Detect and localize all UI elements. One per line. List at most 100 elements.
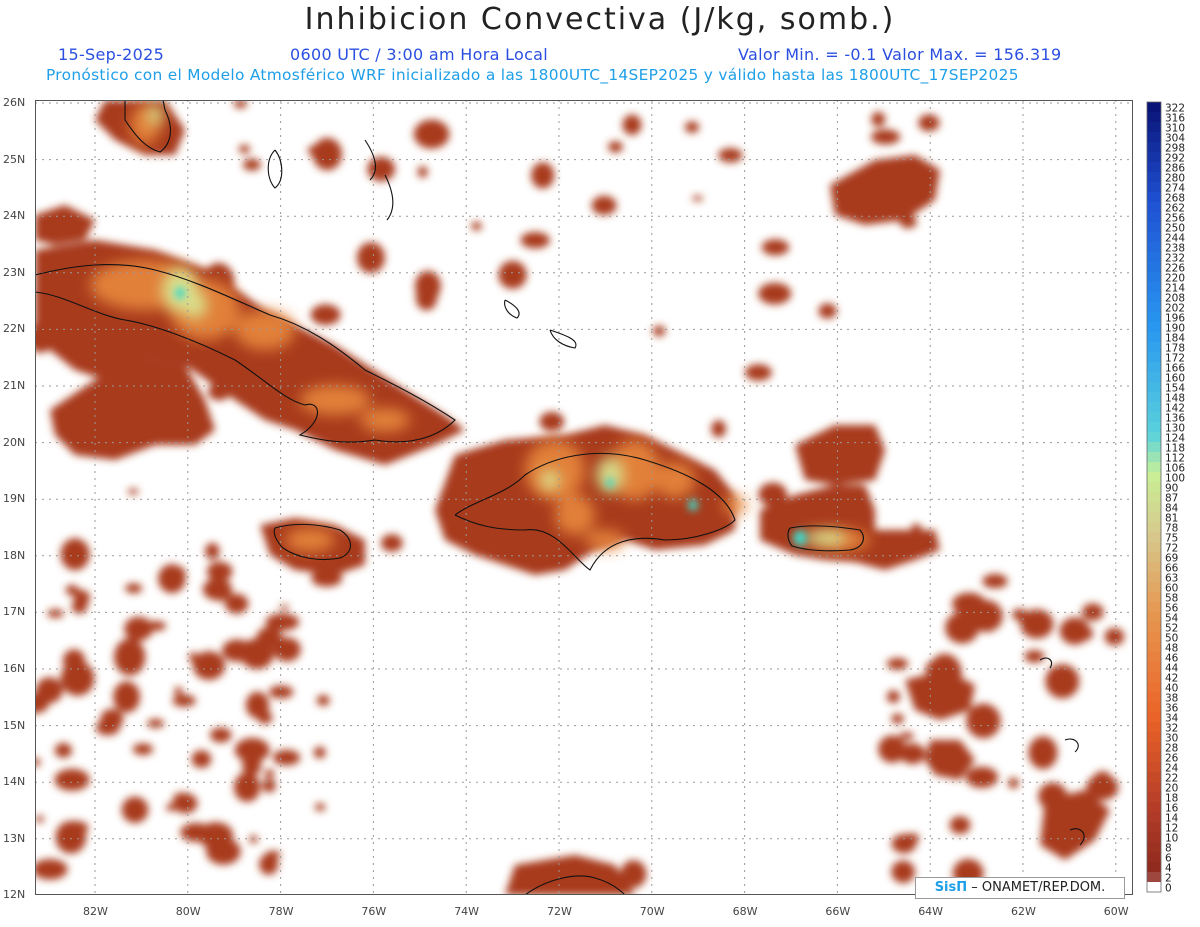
colorbar-swatch [1147, 632, 1161, 643]
cin-cell [531, 162, 555, 189]
colorbar-swatch [1147, 772, 1161, 783]
cin-cell [272, 749, 301, 766]
lon-label: 78W [268, 905, 294, 918]
cin-cell [113, 681, 140, 713]
lat-label: 14N [3, 775, 26, 789]
colorbar-swatch [1147, 542, 1161, 553]
colorbar-swatch [1147, 492, 1161, 503]
cin-cell [1008, 777, 1019, 789]
cin-cell [1086, 774, 1119, 801]
forecast-time: 0600 UTC / 3:00 am Hora Local [290, 45, 549, 64]
cin-cell [522, 538, 538, 549]
cin-cell [310, 304, 341, 326]
cin-cell [54, 768, 90, 791]
colorbar-swatch [1147, 472, 1161, 483]
colorbar-swatch [1147, 302, 1161, 313]
colorbar-swatch [1147, 722, 1161, 733]
colorbar-swatch [1147, 792, 1161, 803]
lat-label: 22N [3, 322, 26, 336]
cin-mid-cell [285, 528, 335, 552]
forecast-date: 15-Sep-2025 [58, 45, 165, 64]
lon-label: 68W [732, 905, 758, 918]
cin-cell [415, 285, 438, 311]
colorbar-swatch [1147, 672, 1161, 683]
cin-cell [233, 772, 261, 802]
lat-label: 12N [3, 888, 26, 902]
colorbar-swatch [1147, 812, 1161, 823]
colorbar-swatch [1147, 572, 1161, 583]
colorbar-swatch [1147, 152, 1161, 163]
colorbar-swatch [1147, 242, 1161, 253]
colorbar-swatch [1147, 842, 1161, 853]
colorbar-swatch [1147, 202, 1161, 213]
colorbar-swatch [1147, 582, 1161, 593]
colorbar-swatch [1147, 762, 1161, 773]
lat-label: 16N [3, 662, 26, 675]
colorbar-swatch [1147, 882, 1161, 893]
cin-mid-cell [360, 408, 410, 432]
cin-cell [262, 778, 276, 793]
cin-cell [417, 166, 428, 178]
cin-cell [307, 144, 329, 157]
cin-cell [891, 713, 904, 724]
lat-label: 23N [3, 265, 26, 279]
colorbar-swatch [1147, 452, 1161, 463]
cin-cell [62, 649, 86, 672]
colorbar-swatch [1147, 732, 1161, 743]
colorbar-swatch [1147, 592, 1161, 603]
colorbar-swatch [1147, 742, 1161, 753]
colorbar-swatch [1147, 702, 1161, 713]
lon-label: 82W [83, 905, 108, 918]
colorbar-swatch [1147, 522, 1161, 533]
lon-label: 80W [175, 905, 201, 918]
lat-label: 21N [3, 379, 26, 392]
cin-cell [380, 534, 403, 552]
cin-cell [1054, 805, 1077, 824]
cin-cell [316, 695, 330, 706]
lat-label: 13N [3, 831, 26, 845]
colorbar-swatch [1147, 462, 1161, 473]
lat-label: 19N [3, 492, 26, 506]
colorbar-swatch [1147, 232, 1161, 243]
colorbar-swatch [1147, 422, 1161, 433]
colorbar-swatch [1147, 832, 1161, 843]
cin-mid-cell [655, 462, 695, 498]
cin-cell [949, 816, 971, 835]
cin-cell [911, 523, 922, 531]
cin-mid-cell [585, 530, 625, 550]
cin-cell [311, 569, 343, 587]
cin-cell [174, 686, 183, 696]
cin-cell [608, 141, 623, 153]
colorbar-swatch [1147, 752, 1161, 763]
cin-cell [313, 746, 326, 759]
colorbar-swatch [1147, 132, 1161, 143]
colorbar-swatch [1147, 122, 1161, 133]
cin-cell [35, 815, 44, 823]
cin-high-cell [803, 530, 847, 546]
colorbar-swatch [1147, 342, 1161, 353]
cin-cell [1041, 792, 1058, 811]
colorbar-swatch [1147, 292, 1161, 303]
colorbar-swatch [1147, 532, 1161, 543]
cin-cell [166, 803, 176, 812]
cin-cell [871, 111, 886, 127]
cin-cell [471, 221, 482, 231]
colorbar-label: 0 [1165, 883, 1172, 895]
colorbar-swatch [1147, 552, 1161, 563]
colorbar-swatch [1147, 282, 1161, 293]
cin-cell [498, 260, 527, 289]
cin-cell [249, 835, 258, 844]
cin-cell [891, 860, 915, 884]
cin-mid-cell [555, 495, 595, 535]
cin-cell [132, 743, 154, 755]
cin-cell [205, 542, 220, 560]
cin-cell [918, 114, 940, 132]
cin-cell [147, 718, 165, 728]
cin-cell [191, 750, 212, 768]
cin-peak-cell [606, 478, 614, 488]
colorbar-swatch [1147, 642, 1161, 653]
lon-label: 72W [547, 905, 572, 918]
cin-cell [273, 637, 301, 662]
cin-cell [913, 683, 929, 694]
cin-cell [238, 144, 251, 154]
